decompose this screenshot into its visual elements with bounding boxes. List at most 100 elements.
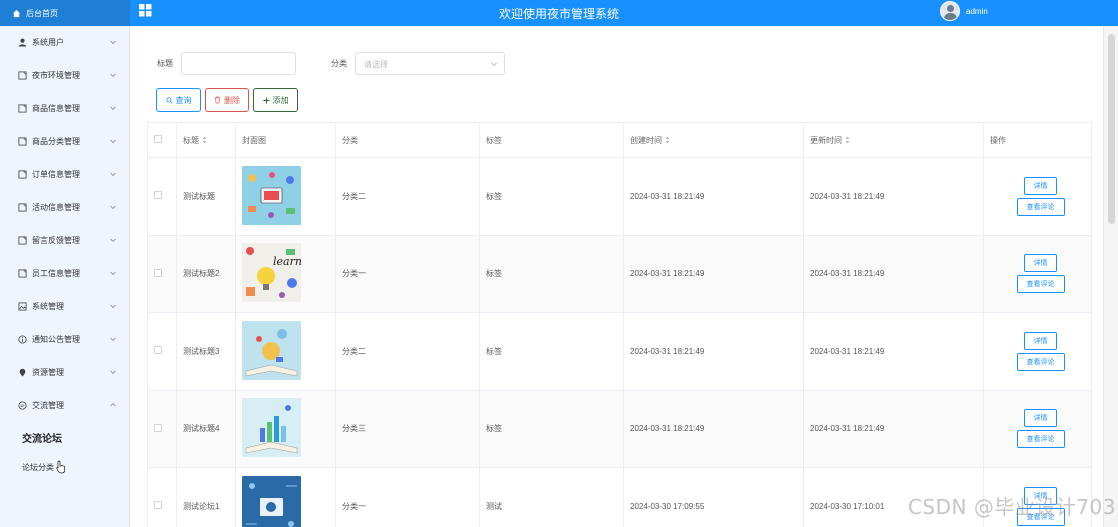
cell-updated: 2024-03-31 18:21:49: [803, 157, 984, 236]
doc-icon: [18, 71, 27, 80]
sidebar-item-label: 系统管理: [32, 302, 64, 311]
header-label: 标签: [486, 135, 502, 145]
detail-button[interactable]: 详情: [1024, 331, 1057, 350]
category-select[interactable]: 请选择: [355, 52, 505, 75]
column-header-updated[interactable]: 更新时间: [803, 122, 984, 158]
table-row: 测试标题3 分类二 标签 2024-03-31 18:21:49 2024-03…: [147, 312, 1092, 391]
sidebar-item-goods-category[interactable]: 商品分类管理: [0, 125, 129, 158]
sidebar-item-env[interactable]: 夜市环境管理: [0, 59, 129, 92]
view-comments-button[interactable]: 查看评论: [1016, 430, 1065, 449]
header-label: 更新时间: [810, 135, 842, 145]
cover-image[interactable]: learn: [242, 243, 302, 303]
sort-icon: [202, 136, 207, 144]
cell-title: 测试标题2: [176, 234, 236, 313]
chevron-down-icon: [110, 172, 116, 177]
sidebar-item-staff[interactable]: 员工信息管理: [0, 257, 129, 290]
doc-icon: [18, 203, 27, 212]
info-icon: [18, 335, 27, 344]
cell-title: 测试论坛1: [176, 467, 236, 527]
row-checkbox[interactable]: [154, 346, 162, 355]
header-label: 分类: [342, 135, 358, 145]
cell-category: 分类二: [335, 157, 480, 236]
hand-cursor-icon: [56, 460, 66, 474]
detail-button[interactable]: 详情: [1024, 176, 1057, 195]
delete-button[interactable]: 删除: [205, 88, 249, 112]
data-table: 标题 封面图 分类 标签 创建时间 更新时间 操作 测试标题 分类二 标签 20…: [147, 122, 1092, 527]
sidebar-item-label: 商品信息管理: [32, 104, 80, 113]
cell-updated: 2024-03-31 18:21:49: [803, 389, 984, 468]
sidebar-subitem-label: 论坛分类: [22, 462, 54, 472]
sort-icon: [845, 136, 850, 144]
chevron-down-icon: [110, 40, 116, 45]
sidebar-item-resources[interactable]: 资源管理: [0, 356, 129, 389]
doc-icon: [18, 104, 27, 113]
cell-created: 2024-03-31 18:21:49: [623, 234, 804, 313]
chevron-down-icon: [110, 304, 116, 309]
column-header-tag: 标签: [479, 122, 624, 158]
image-icon: [18, 302, 27, 311]
cell-title: 测试标题: [176, 157, 236, 236]
sidebar-subitem-forum-category[interactable]: 论坛分类: [0, 452, 129, 482]
sidebar: 系统用户 夜市环境管理 商品信息管理 商品分类管理 订单信息管理 活动信息管理 …: [0, 26, 130, 527]
cover-image[interactable]: [242, 320, 301, 380]
cell-tag: 标签: [479, 157, 624, 236]
cover-image[interactable]: [242, 475, 301, 527]
title-search-input[interactable]: [181, 52, 296, 75]
scrollbar-thumb[interactable]: [1108, 34, 1115, 224]
row-checkbox[interactable]: [154, 191, 162, 200]
sidebar-item-orders[interactable]: 订单信息管理: [0, 158, 129, 191]
cell-created: 2024-03-30 17:09:55: [623, 467, 804, 527]
sidebar-item-feedback[interactable]: 留言反馈管理: [0, 224, 129, 257]
sidebar-item-activities[interactable]: 活动信息管理: [0, 191, 129, 224]
column-header-actions: 操作: [983, 122, 1092, 158]
cell-tag: 标签: [479, 234, 624, 313]
sidebar-item-label: 订单信息管理: [32, 170, 80, 179]
table-row: 测试标题4 分类三 标签 2024-03-31 18:21:49 2024-03…: [147, 389, 1092, 468]
search-icon: [165, 96, 173, 104]
sidebar-item-goods[interactable]: 商品信息管理: [0, 92, 129, 125]
main-content: 标题 分类 请选择 查询 删除 添加 标题 封面图 分类 标签 创建时间 更新时…: [131, 26, 1103, 527]
cell-category: 分类一: [335, 467, 480, 527]
detail-button[interactable]: 详情: [1024, 409, 1057, 428]
cell-created: 2024-03-31 18:21:49: [623, 157, 804, 236]
category-placeholder: 请选择: [364, 60, 388, 69]
chevron-down-icon: [110, 271, 116, 276]
column-header-created[interactable]: 创建时间: [623, 122, 804, 158]
add-button[interactable]: 添加: [253, 88, 298, 112]
chevron-down-icon: [110, 106, 116, 111]
sidebar-item-label: 商品分类管理: [32, 137, 80, 146]
sidebar-item-label: 通知公告管理: [32, 335, 80, 344]
search-button[interactable]: 查询: [156, 88, 201, 112]
row-actions: 详情 查看评论: [990, 331, 1091, 371]
row-checkbox[interactable]: [154, 423, 162, 432]
view-comments-button[interactable]: 查看评论: [1016, 275, 1065, 294]
sidebar-item-system[interactable]: 系统管理: [0, 290, 129, 323]
cover-image[interactable]: [242, 398, 301, 458]
sidebar-subitem-forum[interactable]: 交流论坛: [0, 422, 129, 452]
chevron-down-icon: [110, 73, 116, 78]
row-actions: 详情 查看评论: [990, 409, 1091, 449]
user-menu[interactable]: admin: [940, 1, 988, 21]
header-label: 操作: [990, 135, 1006, 145]
chevron-down-icon: [110, 238, 116, 243]
column-header-title[interactable]: 标题: [176, 122, 236, 158]
view-comments-button[interactable]: 查看评论: [1016, 352, 1065, 371]
select-all-checkbox[interactable]: [154, 135, 162, 143]
cover-image[interactable]: [242, 165, 301, 225]
add-button-label: 添加: [272, 95, 289, 105]
sidebar-subitem-label: 交流论坛: [22, 433, 62, 445]
view-comments-button[interactable]: 查看评论: [1016, 197, 1065, 216]
watermark: CSDN @毕业设计703: [907, 495, 1116, 519]
cell-created: 2024-03-31 18:21:49: [623, 389, 804, 468]
cell-tag: 标签: [479, 312, 624, 391]
row-actions: 详情 查看评论: [990, 254, 1091, 294]
detail-button[interactable]: 详情: [1024, 254, 1057, 273]
vertical-scrollbar[interactable]: [1103, 26, 1118, 527]
sidebar-item-notice[interactable]: 通知公告管理: [0, 323, 129, 356]
cell-updated: 2024-03-31 18:21:49: [803, 312, 984, 391]
row-checkbox[interactable]: [154, 501, 162, 510]
sidebar-item-communication[interactable]: 交流管理: [0, 389, 129, 422]
row-checkbox[interactable]: [154, 268, 162, 277]
cell-created: 2024-03-31 18:21:49: [623, 312, 804, 391]
sidebar-item-system-users[interactable]: 系统用户: [0, 26, 129, 59]
